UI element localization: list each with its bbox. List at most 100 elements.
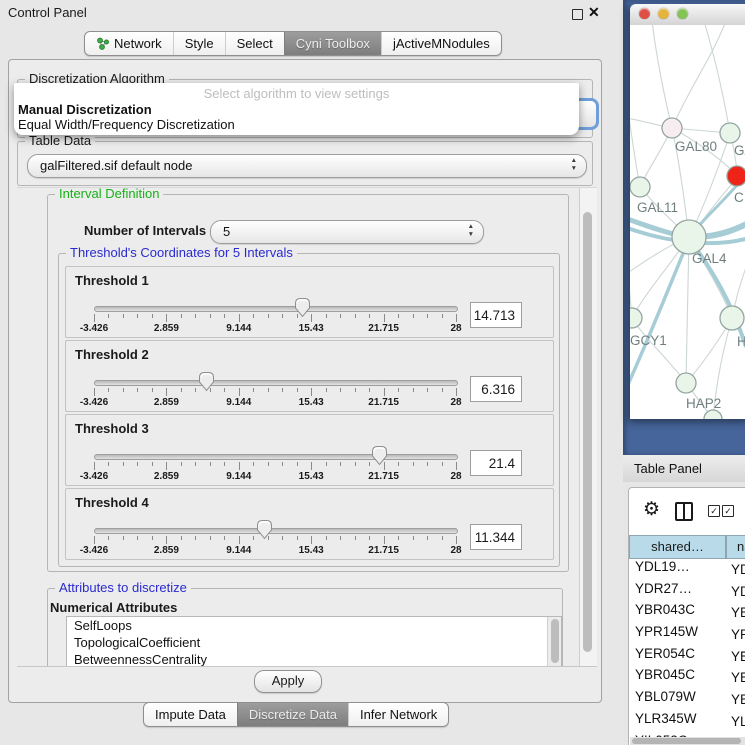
table-data-value: galFiltered.sif default node — [40, 158, 192, 173]
network-canvas[interactable]: GAL80GACGAL11GAL4GCY1HHAP2 — [630, 25, 745, 419]
network-node[interactable] — [720, 306, 744, 330]
tab-select[interactable]: Select — [225, 32, 284, 55]
cell-shared-name: YPR145W — [629, 624, 726, 639]
attribute-item[interactable]: TopologicalCoefficient — [67, 634, 561, 651]
columns-icon[interactable] — [675, 502, 693, 521]
network-node[interactable] — [676, 373, 696, 393]
numerical-attributes-list[interactable]: SelfLoopsTopologicalCoefficientBetweenne… — [66, 616, 562, 667]
attribute-item[interactable]: BetweennessCentrality — [67, 651, 561, 667]
table-row[interactable]: YLR345WYLR3 — [629, 711, 745, 733]
attributes-scrollbar[interactable] — [547, 617, 561, 667]
tick-mark — [224, 314, 225, 318]
checkbox-checked-icon[interactable]: ✓ — [708, 505, 720, 517]
popup-item[interactable]: Manual Discretization — [18, 102, 152, 117]
threshold-value-field[interactable]: 14.713 — [470, 302, 522, 328]
zoom-traffic-light-icon[interactable] — [677, 8, 688, 19]
tick-label: 9.144 — [226, 545, 251, 556]
tick-mark — [355, 462, 356, 466]
tab-infer-network[interactable]: Infer Network — [348, 703, 448, 726]
apply-button[interactable]: Apply — [254, 670, 322, 693]
cell-shared-name: YDL19… — [629, 559, 726, 574]
slider-thumb[interactable] — [294, 297, 311, 318]
table-row[interactable]: YBL079WYBL0 — [629, 689, 745, 711]
tick-mark — [398, 314, 399, 318]
column-header-shared-name[interactable]: shared… — [629, 535, 726, 559]
number-of-intervals-combobox[interactable]: 5 ▲▼ — [210, 220, 484, 244]
tick-mark — [369, 314, 370, 318]
tick-mark — [355, 314, 356, 318]
tab-impute-data[interactable]: Impute Data — [144, 703, 237, 726]
tick-mark — [442, 314, 443, 318]
screenshot-root: Control Panel ✕ NetworkStyleSelectCyni T… — [0, 0, 745, 745]
threshold-value-field[interactable]: 21.4 — [470, 450, 522, 476]
tab-cyni-toolbox[interactable]: Cyni Toolbox — [284, 32, 381, 55]
tick-label: 2.859 — [154, 471, 179, 482]
gear-icon[interactable]: ⚙ — [643, 498, 660, 521]
tab-style[interactable]: Style — [173, 32, 225, 55]
network-node[interactable] — [662, 118, 682, 138]
tab-label: Impute Data — [155, 707, 226, 722]
tick-mark — [442, 388, 443, 392]
slider-track[interactable] — [94, 380, 458, 386]
tick-mark — [152, 462, 153, 466]
tab-network[interactable]: Network — [85, 32, 173, 55]
table-row[interactable]: YBR045CYBR0 — [629, 667, 745, 689]
slider-track[interactable] — [94, 454, 458, 460]
control-panel: Control Panel ✕ NetworkStyleSelectCyni T… — [0, 0, 623, 745]
network-node[interactable] — [727, 166, 745, 186]
checkbox-checked-icon[interactable]: ✓ — [722, 505, 734, 517]
attributes-group-label: Attributes to discretize — [55, 580, 191, 595]
control-panel-title: Control Panel — [8, 5, 87, 20]
slider-thumb[interactable] — [371, 445, 388, 466]
slider-track[interactable] — [94, 306, 458, 312]
settings-scrollbar[interactable] — [579, 188, 597, 666]
cyni-toolbox-panel: Discretization Algorithm Select algorith… — [8, 59, 602, 703]
tick-mark — [297, 388, 298, 392]
tick-mark — [123, 462, 124, 466]
table-row[interactable]: YDR27…YDR2 — [629, 581, 745, 603]
network-node[interactable] — [720, 123, 740, 143]
threshold-value-field[interactable]: 6.316 — [470, 376, 522, 402]
tick-mark — [94, 462, 95, 470]
tab-jactivemnodules[interactable]: jActiveMNodules — [381, 32, 501, 55]
float-window-icon[interactable] — [572, 9, 583, 20]
cell-shared-name: YBL079W — [629, 689, 726, 704]
table-row[interactable]: YDL19…YDL1 — [629, 559, 745, 581]
cell-name: YBL0 — [726, 692, 745, 707]
close-traffic-light-icon[interactable] — [639, 8, 650, 19]
slider-track[interactable] — [94, 528, 458, 534]
table-row[interactable]: YPR145WYPR1 — [629, 624, 745, 646]
slider-thumb[interactable] — [256, 519, 273, 540]
network-window-titlebar[interactable] — [630, 4, 745, 26]
slider-thumb[interactable] — [198, 371, 215, 392]
tick-mark — [239, 462, 240, 470]
network-node-label: GAL4 — [692, 251, 727, 266]
tick-mark — [413, 314, 414, 318]
attribute-item[interactable]: SelfLoops — [67, 617, 561, 634]
network-node[interactable] — [630, 177, 650, 197]
network-node-label: GAL11 — [637, 200, 678, 215]
network-node[interactable] — [630, 308, 642, 328]
tick-mark — [152, 388, 153, 392]
table-row[interactable]: YER054CYER0 — [629, 646, 745, 668]
popup-item[interactable]: Equal Width/Frequency Discretization — [18, 117, 235, 132]
threshold-label: Threshold 1 — [75, 273, 149, 288]
threshold-value-field[interactable]: 11.344 — [470, 524, 522, 550]
tick-label: 15.43 — [299, 323, 324, 334]
tick-mark — [326, 462, 327, 466]
tab-discretize-data[interactable]: Discretize Data — [237, 703, 348, 726]
column-header-name[interactable]: na — [726, 535, 745, 559]
tick-mark — [311, 462, 312, 470]
tick-mark — [297, 536, 298, 540]
table-horizontal-scrollbar[interactable] — [630, 737, 745, 745]
network-graph: GAL80GACGAL11GAL4GCY1HHAP2 — [630, 25, 745, 419]
network-node[interactable] — [672, 220, 706, 254]
minimize-traffic-light-icon[interactable] — [658, 8, 669, 19]
table-row[interactable]: YBR043CYBR0 — [629, 602, 745, 624]
tick-mark — [181, 536, 182, 540]
tick-mark — [427, 388, 428, 392]
close-icon[interactable]: ✕ — [588, 4, 600, 21]
tick-mark — [195, 536, 196, 540]
tick-label: 9.144 — [226, 471, 251, 482]
table-data-combobox[interactable]: galFiltered.sif default node ▲▼ — [27, 154, 587, 178]
